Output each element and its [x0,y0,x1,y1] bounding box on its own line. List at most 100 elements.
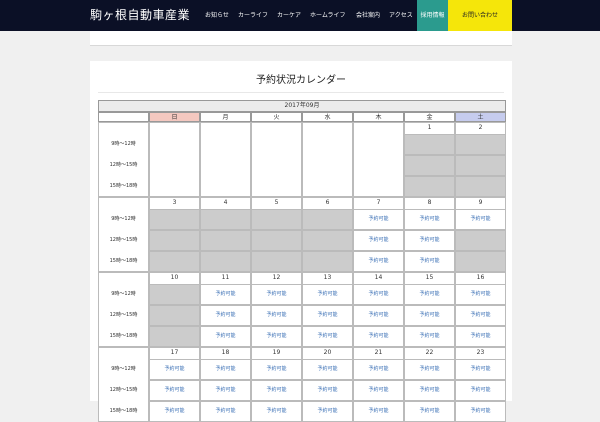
available-slot-link[interactable]: 予約可能 [200,364,251,374]
weekday-3: 水 [302,112,353,122]
weekday-5: 金 [404,112,455,122]
available-slot-link[interactable]: 予約可能 [455,214,506,224]
weekday-2: 火 [251,112,302,122]
time-slot-label: 9時〜12時 [111,216,136,222]
day-number: 6 [325,199,330,206]
available-slot-link[interactable]: 予約可能 [404,256,455,266]
available-slot-link[interactable]: 予約可能 [251,289,302,299]
closed-slot [455,251,506,272]
closed-slot [251,230,302,251]
available-slot-link[interactable]: 予約可能 [353,256,404,266]
day-number: 18 [221,349,230,356]
available-slot-link[interactable]: 予約可能 [404,385,455,395]
top-panel [90,31,512,46]
available-slot-link[interactable]: 予約可能 [404,289,455,299]
time-slot-label: 15時〜18時 [109,333,138,339]
recruit-button[interactable]: 採用情報 [417,0,448,31]
nav-homelife[interactable]: ホームライフ [310,0,346,31]
time-slot-label: 9時〜12時 [111,141,136,147]
site-logo[interactable]: 駒ヶ根自動車産業 [90,6,190,23]
available-slot-link[interactable]: 予約可能 [404,235,455,245]
available-slot-link[interactable]: 予約可能 [251,331,302,341]
available-slot-link[interactable]: 予約可能 [251,364,302,374]
available-slot-link[interactable]: 予約可能 [149,385,200,395]
available-slot-link[interactable]: 予約可能 [200,310,251,320]
available-slot-link[interactable]: 予約可能 [353,406,404,416]
site-header: 駒ヶ根自動車産業 お知らせ カーライフ カーケア ホームライフ 会社案内 アクセ… [0,0,600,31]
closed-slot [251,251,302,272]
available-slot-link[interactable]: 予約可能 [404,364,455,374]
day-number: 21 [374,349,383,356]
available-slot-link[interactable]: 予約可能 [455,310,506,320]
available-slot-link[interactable]: 予約可能 [149,406,200,416]
time-slot-label: 9時〜12時 [111,366,136,372]
contact-button[interactable]: お問い合わせ [448,0,512,31]
time-slot-label: 12時〜15時 [109,312,138,318]
available-slot-link[interactable]: 予約可能 [455,364,506,374]
day-cell [353,122,404,197]
closed-slot [149,284,200,305]
closed-slot [455,176,506,197]
time-slot-label: 12時〜15時 [109,387,138,393]
calendar-month-header: 2017年09月 [98,100,506,112]
available-slot-link[interactable]: 予約可能 [353,310,404,320]
available-slot-link[interactable]: 予約可能 [404,310,455,320]
calendar-corner [98,112,149,122]
available-slot-link[interactable]: 予約可能 [353,331,404,341]
nav-company[interactable]: 会社案内 [356,0,380,31]
closed-slot [149,209,200,230]
nav-carcare[interactable]: カーケア [277,0,301,31]
available-slot-link[interactable]: 予約可能 [200,289,251,299]
closed-slot [404,155,455,176]
closed-slot [455,134,506,155]
day-number: 10 [170,274,179,281]
closed-slot [302,209,353,230]
available-slot-link[interactable]: 予約可能 [353,364,404,374]
nav-access[interactable]: アクセス [389,0,413,31]
closed-slot [149,230,200,251]
closed-slot [455,230,506,251]
day-number: 19 [272,349,281,356]
available-slot-link[interactable]: 予約可能 [251,310,302,320]
available-slot-link[interactable]: 予約可能 [149,364,200,374]
available-slot-link[interactable]: 予約可能 [251,385,302,395]
available-slot-link[interactable]: 予約可能 [455,385,506,395]
available-slot-link[interactable]: 予約可能 [302,310,353,320]
available-slot-link[interactable]: 予約可能 [404,331,455,341]
day-number: 7 [376,199,381,206]
day-cell [251,122,302,197]
available-slot-link[interactable]: 予約可能 [455,331,506,341]
closed-slot [200,209,251,230]
closed-slot [404,134,455,155]
available-slot-link[interactable]: 予約可能 [200,406,251,416]
available-slot-link[interactable]: 予約可能 [302,364,353,374]
day-number: 23 [476,349,485,356]
available-slot-link[interactable]: 予約可能 [200,385,251,395]
available-slot-link[interactable]: 予約可能 [302,289,353,299]
available-slot-link[interactable]: 予約可能 [404,214,455,224]
available-slot-link[interactable]: 予約可能 [353,214,404,224]
day-number: 3 [172,199,177,206]
available-slot-link[interactable]: 予約可能 [200,331,251,341]
available-slot-link[interactable]: 予約可能 [302,406,353,416]
day-number: 11 [221,274,230,281]
day-number: 4 [223,199,228,206]
available-slot-link[interactable]: 予約可能 [353,385,404,395]
available-slot-link[interactable]: 予約可能 [404,406,455,416]
nav-news[interactable]: お知らせ [205,0,229,31]
available-slot-link[interactable]: 予約可能 [455,406,506,416]
time-slot-label: 12時〜15時 [109,162,138,168]
day-number: 2 [478,124,483,131]
time-slot-label: 15時〜18時 [109,183,138,189]
available-slot-link[interactable]: 予約可能 [455,289,506,299]
available-slot-link[interactable]: 予約可能 [302,385,353,395]
day-number: 20 [323,349,332,356]
nav-carlife[interactable]: カーライフ [238,0,268,31]
closed-slot [200,251,251,272]
closed-slot [455,155,506,176]
time-slot-label: 15時〜18時 [109,258,138,264]
available-slot-link[interactable]: 予約可能 [353,235,404,245]
available-slot-link[interactable]: 予約可能 [251,406,302,416]
available-slot-link[interactable]: 予約可能 [302,331,353,341]
available-slot-link[interactable]: 予約可能 [353,289,404,299]
